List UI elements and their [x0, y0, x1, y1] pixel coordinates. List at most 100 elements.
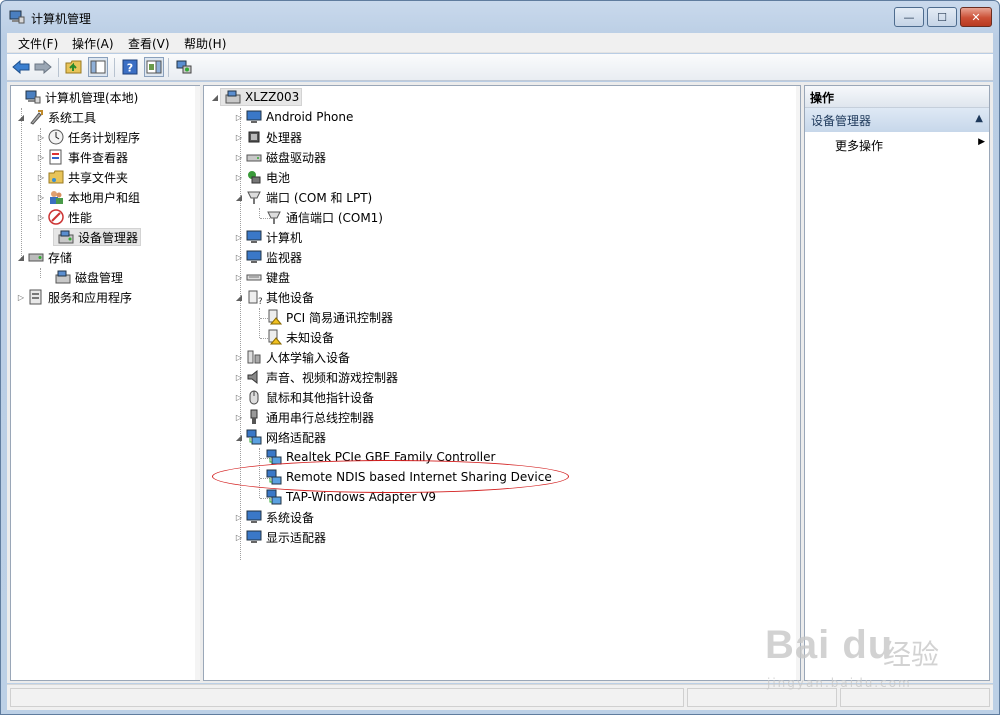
- expand-toggle-icon[interactable]: ▷: [234, 153, 244, 162]
- monitor-icon: [246, 250, 262, 263]
- expand-toggle-icon[interactable]: ▷: [36, 133, 46, 142]
- collapse-toggle-icon[interactable]: ◢: [234, 293, 244, 302]
- tree-item-task-scheduler[interactable]: ▷ 任务计划程序: [36, 128, 140, 146]
- expand-toggle-icon[interactable]: ▷: [234, 233, 244, 242]
- expand-toggle-icon[interactable]: ▷: [234, 373, 244, 382]
- watermark-logo: Bai du: [765, 623, 894, 667]
- port-icon: [247, 191, 261, 204]
- expand-toggle-icon[interactable]: ▷: [234, 133, 244, 142]
- device-pane-scrollbar[interactable]: [796, 86, 800, 680]
- system-device-icon: [246, 510, 262, 523]
- device-category-usb[interactable]: ▷ 通用串行总线控制器: [234, 408, 374, 426]
- device-category-android-phone[interactable]: ▷ Android Phone: [234, 108, 353, 126]
- device-label: 鼠标和其他指针设备: [266, 390, 375, 405]
- collapse-toggle-icon[interactable]: ◢: [16, 253, 26, 262]
- collapse-toggle-icon[interactable]: ◢: [234, 193, 244, 202]
- device-category-batteries[interactable]: ▷ 电池: [234, 168, 290, 186]
- device-category-processors[interactable]: ▷ 处理器: [234, 128, 302, 146]
- tree-item-services-apps[interactable]: ▷ 服务和应用程序: [16, 288, 132, 306]
- tree-item-disk-management[interactable]: 磁盘管理: [53, 268, 123, 286]
- collapse-toggle-icon[interactable]: ◢: [234, 433, 244, 442]
- device-label: 处理器: [266, 130, 303, 145]
- device-unknown[interactable]: 未知设备: [264, 328, 334, 346]
- collapse-toggle-icon[interactable]: ◢: [16, 113, 26, 122]
- status-panel-main: [10, 688, 684, 707]
- device-category-ports[interactable]: ◢ 端口 (COM 和 LPT): [234, 188, 372, 206]
- tree-item-shared-folders[interactable]: ▷ 共享文件夹: [36, 168, 128, 186]
- device-category-sound[interactable]: ▷ 声音、视频和游戏控制器: [234, 368, 398, 386]
- shared-folder-icon: [48, 170, 64, 184]
- expand-toggle-icon[interactable]: ▷: [234, 173, 244, 182]
- users-icon: [50, 191, 63, 204]
- device-manager-scan-icon[interactable]: [174, 57, 194, 77]
- device-category-other-devices[interactable]: ◢ ? 其他设备: [234, 288, 314, 306]
- expand-toggle-icon[interactable]: ▷: [234, 253, 244, 262]
- expand-toggle-icon[interactable]: ▷: [234, 353, 244, 362]
- tree-item-system-tools[interactable]: ◢ 系统工具: [16, 108, 96, 126]
- device-com1[interactable]: 通信端口 (COM1): [264, 208, 383, 226]
- expand-toggle-icon[interactable]: ▷: [16, 293, 26, 302]
- device-pci-simple-comm[interactable]: PCI 简易通讯控制器: [264, 308, 393, 326]
- device-label: 系统设备: [266, 510, 315, 525]
- expand-toggle-icon[interactable]: ▷: [234, 533, 244, 542]
- device-category-display-adapters[interactable]: ▷ 显示适配器: [234, 528, 326, 546]
- com-port-icon: [267, 211, 281, 224]
- device-category-computer[interactable]: ▷ 计算机: [234, 228, 302, 246]
- device-manager-icon: [58, 230, 74, 244]
- maximize-button[interactable]: ☐: [927, 7, 957, 27]
- tree-item-storage[interactable]: ◢ 存储: [16, 248, 72, 266]
- actions-section-device-manager[interactable]: 设备管理器 ▲: [805, 108, 989, 132]
- device-category-hid[interactable]: ▷ 人体学输入设备: [234, 348, 350, 366]
- collapse-up-icon[interactable]: ▲: [975, 113, 983, 124]
- tree-item-local-users[interactable]: ▷ 本地用户和组: [36, 188, 140, 206]
- forward-icon[interactable]: [33, 57, 53, 77]
- up-folder-icon[interactable]: [64, 57, 84, 77]
- menu-view[interactable]: 查看(V): [128, 35, 170, 52]
- tree-item-device-manager[interactable]: 设备管理器: [53, 228, 142, 246]
- computer-management-icon: [25, 90, 41, 104]
- help-icon[interactable]: ?: [120, 57, 140, 77]
- network-icon: [266, 489, 282, 505]
- clock-icon: [48, 129, 64, 145]
- tree-label: 存储: [48, 250, 73, 265]
- device-category-system-devices[interactable]: ▷ 系统设备: [234, 508, 314, 526]
- show-hide-tree-icon[interactable]: [88, 57, 108, 77]
- collapse-toggle-icon[interactable]: ◢: [210, 93, 220, 102]
- title-bar[interactable]: 计算机管理 — ☐ ✕: [1, 1, 999, 33]
- device-tree-root[interactable]: ◢ XLZZ003: [210, 88, 303, 106]
- menu-file[interactable]: 文件(F): [18, 35, 58, 52]
- back-icon[interactable]: [11, 57, 31, 77]
- expand-toggle-icon[interactable]: ▷: [234, 113, 244, 122]
- device-category-monitors[interactable]: ▷ 监视器: [234, 248, 302, 266]
- expand-toggle-icon[interactable]: ▷: [234, 413, 244, 422]
- expand-toggle-icon[interactable]: ▷: [36, 173, 46, 182]
- expand-toggle-icon[interactable]: ▷: [36, 153, 46, 162]
- menu-action[interactable]: 操作(A): [72, 35, 114, 52]
- action-pane-icon[interactable]: [144, 57, 164, 77]
- left-pane-splitter[interactable]: [195, 86, 200, 680]
- device-category-network-adapters[interactable]: ◢ 网络适配器: [234, 428, 326, 446]
- submenu-arrow-icon[interactable]: ▶: [978, 137, 985, 147]
- expand-toggle-icon[interactable]: ▷: [36, 213, 46, 222]
- device-category-disk-drives[interactable]: ▷ 磁盘驱动器: [234, 148, 326, 166]
- performance-icon: [48, 209, 64, 225]
- close-button[interactable]: ✕: [960, 7, 992, 27]
- tree-item-event-viewer[interactable]: ▷ 事件查看器: [36, 148, 128, 166]
- minimize-button[interactable]: —: [894, 7, 924, 27]
- expand-toggle-icon[interactable]: ▷: [234, 273, 244, 282]
- expand-toggle-icon[interactable]: ▷: [36, 193, 46, 202]
- expand-toggle-icon[interactable]: ▷: [234, 393, 244, 402]
- menu-help[interactable]: 帮助(H): [184, 35, 226, 52]
- tools-icon: [30, 110, 43, 125]
- device-label: PCI 简易通讯控制器: [286, 310, 393, 325]
- baidu-watermark: Bai du 经验 jingyan.baidu.com: [765, 613, 965, 693]
- more-actions-link[interactable]: 更多操作: [835, 137, 883, 154]
- disk-drive-icon: [246, 154, 262, 162]
- expand-toggle-icon[interactable]: ▷: [234, 513, 244, 522]
- device-category-mice[interactable]: ▷ 鼠标和其他指针设备: [234, 388, 374, 406]
- device-label: 磁盘驱动器: [266, 150, 327, 165]
- device-category-keyboards[interactable]: ▷ 键盘: [234, 268, 290, 286]
- tree-item-performance[interactable]: ▷ 性能: [36, 208, 92, 226]
- tree-label: 磁盘管理: [75, 270, 124, 285]
- tree-item-computer-management[interactable]: 计算机管理(本地): [13, 88, 138, 106]
